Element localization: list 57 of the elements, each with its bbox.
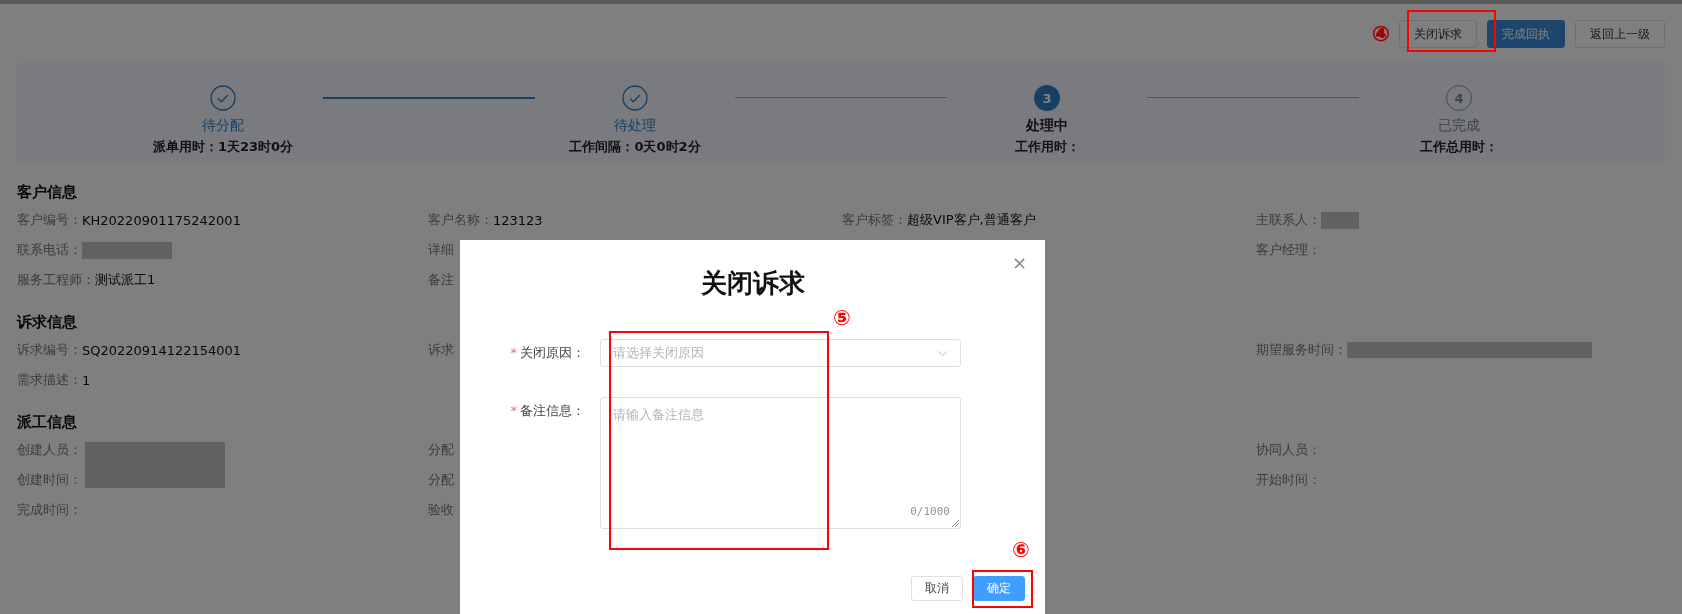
chevron-down-icon (937, 349, 948, 357)
field-label: 完成时间： (17, 501, 82, 519)
field-value: 1 (82, 372, 91, 388)
field-label: 分配 (428, 441, 454, 459)
form-label: * 关闭原因： (509, 344, 586, 362)
section-title: 派工信息 (17, 412, 77, 433)
field-value: 123123 (493, 212, 543, 228)
form-label: * 备注信息： (509, 402, 586, 420)
field-label: 客户名称： (428, 211, 493, 229)
placeholder-text: 请选择关闭原因 (613, 344, 704, 362)
field-label: 主联系人： (1256, 211, 1321, 229)
cancel-button[interactable]: 取消 (911, 576, 963, 601)
textarea-field[interactable]: 请输入备注信息 0/1000 (600, 397, 961, 529)
field-label: 验收 (428, 501, 454, 519)
section-title: 诉求信息 (17, 312, 77, 333)
field-label: 创建时间： (17, 471, 82, 489)
step-time: 工作用时： (1014, 138, 1080, 156)
field-value: SQ20220914122154001 (82, 342, 242, 358)
field-label: 协同人员： (1256, 441, 1321, 459)
placeholder-text: 请输入备注信息 (613, 407, 704, 422)
field-label: 诉求 (428, 341, 454, 359)
field-value: 超级VIP客户,普通客户 (907, 211, 1036, 229)
step-title: 待处理 (614, 117, 656, 135)
field-label: 备注 (428, 271, 454, 289)
field-label: 分配 (428, 471, 454, 489)
field-value: 测试派工1 (95, 271, 156, 289)
step-marker: ④ (1372, 22, 1390, 46)
step-number: 3 (1034, 85, 1060, 111)
select-field[interactable]: 请选择关闭原因 (600, 339, 961, 367)
section-title: 客户信息 (17, 182, 77, 203)
field-label: 服务工程师： (17, 271, 95, 289)
field-label: 客户标签： (842, 211, 907, 229)
field-label: 客户经理： (1256, 241, 1321, 259)
field-value: KH20220901175242001 (82, 212, 241, 228)
dialog-title: 关闭诉求 (699, 267, 806, 300)
field-label: 期望服务时间： (1256, 341, 1347, 359)
field-label: 需求描述： (17, 371, 82, 389)
step-title: 处理中 (1026, 117, 1068, 135)
action-button[interactable]: 返回上一级 (1575, 20, 1665, 48)
field-label: 详细 (428, 241, 454, 259)
action-button[interactable]: 完成回执 (1487, 20, 1565, 48)
field-label: 联系电话： (17, 241, 82, 259)
step-time: 工作间隔：0天0时2分 (569, 138, 701, 156)
step-marker: ⑥ (1012, 538, 1030, 562)
highlight-frame (972, 570, 1033, 608)
step-time: 工作总用时： (1420, 138, 1498, 156)
field-label: 创建人员： (17, 441, 82, 459)
character-counter: 0/1000 (910, 505, 950, 518)
step-time: 派单用时：1天23时0分 (152, 138, 294, 156)
field-label: 开始时间： (1256, 471, 1321, 489)
field-label: 诉求编号： (17, 341, 82, 359)
field-label: 客户编号： (17, 211, 82, 229)
confirm-button[interactable]: 确定 (973, 576, 1025, 601)
action-button[interactable]: 关闭诉求 (1399, 20, 1477, 48)
step-marker: ⑤ (833, 306, 851, 330)
resize-grip-icon (951, 519, 959, 527)
step-title: 待分配 (202, 117, 244, 135)
